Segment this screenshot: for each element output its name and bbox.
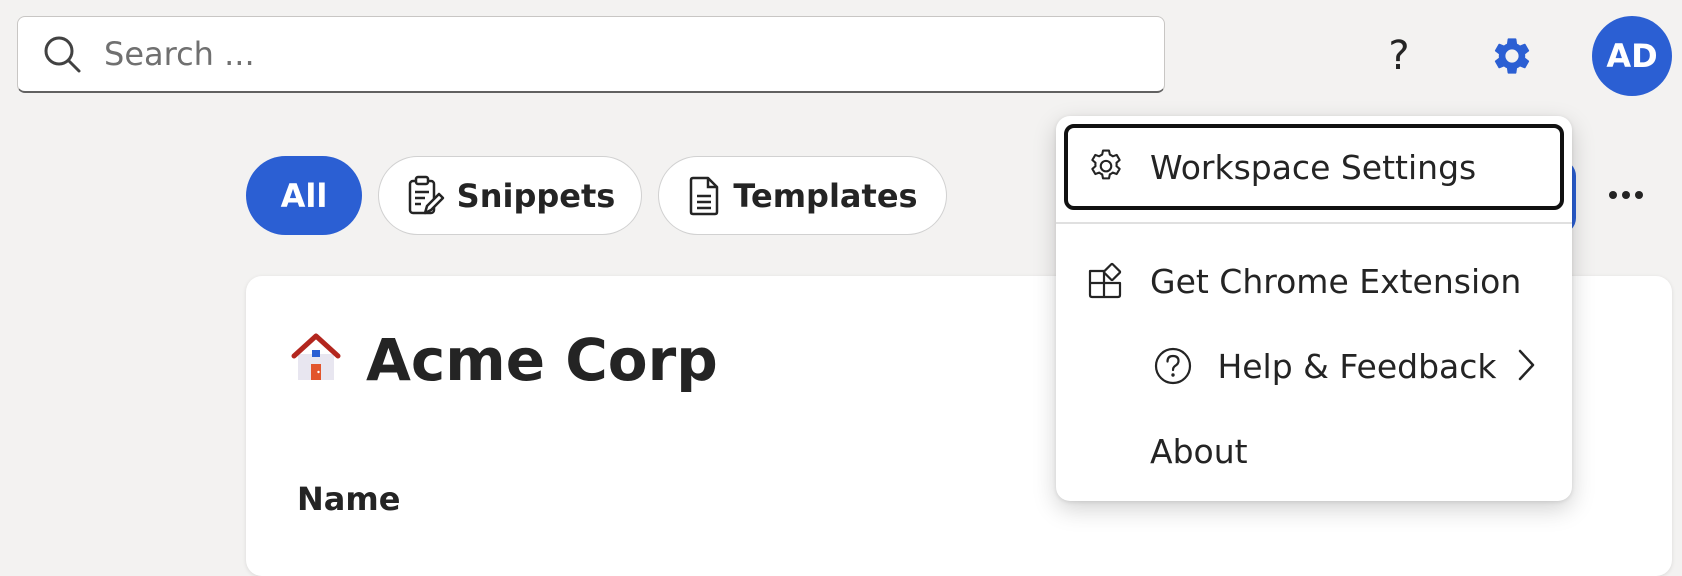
help-button[interactable]: ? — [1375, 30, 1423, 82]
filter-templates-label: Templates — [733, 176, 918, 215]
dot — [1622, 191, 1630, 199]
workspace-title: Acme Corp — [366, 326, 718, 394]
filter-all[interactable]: All — [246, 156, 362, 235]
settings-menu: Workspace Settings Get Chrome Extension … — [1056, 116, 1572, 501]
settings-button[interactable] — [1488, 30, 1536, 82]
filter-all-label: All — [280, 176, 328, 215]
more-options-button[interactable] — [1604, 180, 1648, 210]
document-icon — [690, 176, 719, 215]
search-input[interactable] — [102, 34, 1006, 74]
apps-add-icon — [1084, 259, 1128, 303]
menu-item-label: About — [1150, 431, 1248, 471]
filter-snippets-label: Snippets — [456, 176, 616, 215]
clipboard-edit-icon — [408, 175, 444, 214]
icon-spacer — [1084, 429, 1128, 473]
menu-item-workspace-settings[interactable]: Workspace Settings — [1064, 124, 1564, 210]
search-icon — [44, 36, 81, 73]
house-icon — [291, 333, 341, 380]
gear-icon — [1494, 38, 1530, 74]
search-bar[interactable] — [17, 16, 1165, 93]
menu-item-help-feedback[interactable]: Help & Feedback — [1064, 323, 1564, 409]
menu-item-label: Help & Feedback — [1217, 346, 1497, 386]
dot — [1635, 191, 1643, 199]
column-header-name[interactable]: Name — [297, 480, 400, 518]
filter-templates[interactable]: Templates — [658, 156, 947, 235]
filter-snippets[interactable]: Snippets — [378, 156, 642, 235]
question-circle-icon — [1151, 344, 1195, 388]
avatar[interactable]: AD — [1592, 16, 1672, 96]
menu-divider — [1056, 222, 1572, 224]
menu-item-about[interactable]: About — [1064, 408, 1564, 494]
gear-icon — [1084, 145, 1128, 189]
dot — [1609, 191, 1617, 199]
menu-item-get-chrome-extension[interactable]: Get Chrome Extension — [1064, 238, 1564, 324]
chevron-right-icon — [1518, 349, 1535, 381]
menu-item-label: Workspace Settings — [1150, 147, 1477, 187]
menu-item-label: Get Chrome Extension — [1150, 261, 1522, 301]
